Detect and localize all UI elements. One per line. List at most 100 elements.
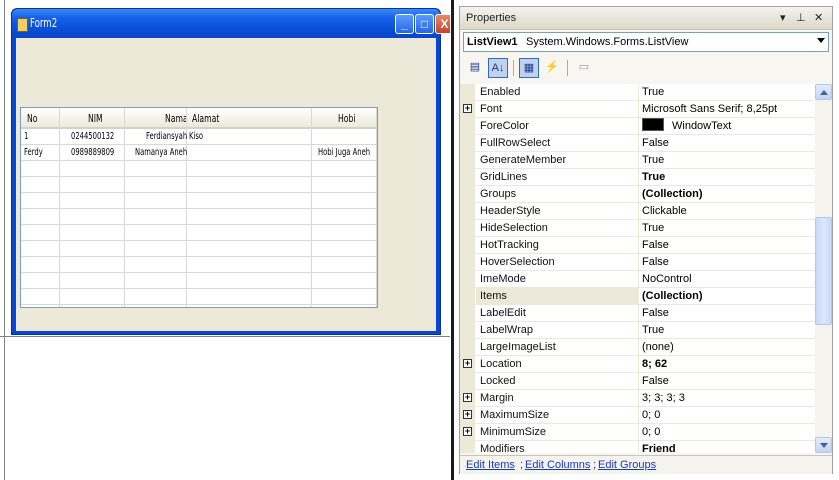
- property-row[interactable]: FullRowSelect False: [460, 135, 815, 152]
- property-row[interactable]: GenerateMember True: [460, 152, 815, 169]
- events-icon[interactable]: ⚡: [542, 58, 562, 78]
- property-value-text: True: [642, 324, 665, 336]
- column-header-alamat[interactable]: Alamat: [192, 108, 219, 129]
- property-row[interactable]: Groups (Collection): [460, 186, 815, 203]
- property-divider: [638, 356, 639, 372]
- property-row[interactable]: HotTracking False: [460, 237, 815, 254]
- object-selector[interactable]: ListView1 System.Windows.Forms.ListView: [463, 32, 829, 52]
- chevron-up-icon: [820, 90, 828, 95]
- expand-icon[interactable]: +: [463, 393, 472, 402]
- property-value-text: True: [642, 222, 665, 234]
- column-header-hobi[interactable]: Hobi: [338, 108, 356, 129]
- property-row[interactable]: Enabled True: [460, 84, 815, 101]
- property-value[interactable]: True: [642, 220, 664, 236]
- edit-items-link[interactable]: Edit Items: [466, 459, 515, 471]
- property-value[interactable]: (Collection): [642, 288, 703, 304]
- splitter-line[interactable]: [451, 0, 454, 480]
- column-header-nim[interactable]: NIM: [88, 108, 103, 129]
- property-value[interactable]: False: [642, 305, 669, 321]
- property-row[interactable]: ForeColor WindowText: [460, 118, 815, 135]
- pin-icon[interactable]: ⊥: [796, 11, 806, 24]
- scroll-up-button[interactable]: [815, 84, 832, 100]
- property-row[interactable]: + MaximumSize 0; 0: [460, 407, 815, 424]
- categorized-icon[interactable]: ▤: [465, 58, 485, 78]
- form-designer-surface: Form2 _ □ X No NIM Nama Alamat Hobi 1 02…: [0, 0, 454, 480]
- alphabetical-icon[interactable]: A↓: [488, 58, 508, 78]
- property-value[interactable]: False: [642, 254, 669, 270]
- property-row[interactable]: ImeMode NoControl: [460, 271, 815, 288]
- cell-nama: Ferdiansyah: [146, 131, 188, 142]
- property-value[interactable]: 8; 62: [642, 356, 667, 372]
- property-name: HoverSelection: [480, 256, 555, 268]
- property-value[interactable]: True: [642, 152, 664, 168]
- table-row[interactable]: 1 0244500132 Ferdiansyah Kiso: [21, 129, 377, 145]
- scroll-thumb[interactable]: [815, 217, 832, 325]
- empty-row: [21, 161, 377, 177]
- property-value[interactable]: False: [642, 135, 669, 151]
- property-row[interactable]: + Margin 3; 3; 3; 3: [460, 390, 815, 407]
- property-row[interactable]: Items (Collection): [460, 288, 815, 305]
- expand-icon[interactable]: +: [463, 427, 472, 436]
- property-value[interactable]: 0; 0: [642, 424, 660, 440]
- properties-title-bar: Properties ▾ ⊥ ✕: [460, 7, 832, 30]
- property-value[interactable]: False: [642, 237, 669, 253]
- property-row[interactable]: LargeImageList (none): [460, 339, 815, 356]
- property-value[interactable]: True: [642, 169, 665, 185]
- properties-icon[interactable]: ▦: [519, 58, 539, 78]
- expand-icon[interactable]: +: [463, 359, 472, 368]
- property-value[interactable]: 0; 0: [642, 407, 660, 423]
- property-value[interactable]: (Collection): [642, 186, 703, 202]
- toolbar-separator: [513, 60, 514, 76]
- column-header-nama[interactable]: Nama: [165, 108, 188, 129]
- listview[interactable]: No NIM Nama Alamat Hobi 1 0244500132 Fer…: [20, 107, 378, 308]
- property-value[interactable]: WindowText: [642, 118, 731, 134]
- scroll-down-button[interactable]: [815, 437, 832, 453]
- property-value-text: False: [642, 239, 669, 251]
- property-value[interactable]: True: [642, 322, 664, 338]
- property-divider: [638, 339, 639, 355]
- property-row[interactable]: + MinimumSize 0; 0: [460, 424, 815, 441]
- color-swatch: [642, 118, 664, 131]
- property-row[interactable]: HeaderStyle Clickable: [460, 203, 815, 220]
- property-value[interactable]: True: [642, 84, 664, 100]
- empty-row: [21, 241, 377, 257]
- property-grid-scrollbar[interactable]: [815, 84, 832, 453]
- dropdown-icon[interactable]: ▾: [780, 11, 786, 24]
- form-client-area: No NIM Nama Alamat Hobi 1 0244500132 Fer…: [16, 38, 436, 331]
- property-pages-icon[interactable]: ▭: [574, 58, 594, 78]
- expand-icon[interactable]: +: [463, 410, 472, 419]
- property-value-text: Microsoft Sans Serif; 8,25pt: [642, 103, 778, 115]
- edit-columns-link[interactable]: Edit Columns: [525, 459, 590, 471]
- form-title-bar[interactable]: Form2 _ □ X: [12, 9, 454, 38]
- property-value[interactable]: Microsoft Sans Serif; 8,25pt: [642, 101, 777, 117]
- property-name: Locked: [480, 375, 516, 387]
- property-value[interactable]: (none): [642, 339, 674, 355]
- chevron-down-icon[interactable]: [817, 38, 825, 43]
- property-value-text: (Collection): [642, 290, 703, 302]
- property-row[interactable]: + Font Microsoft Sans Serif; 8,25pt: [460, 101, 815, 118]
- property-value[interactable]: NoControl: [642, 271, 692, 287]
- table-row[interactable]: Ferdy 0989889809 Namanya Aneh Hobi Juga …: [21, 145, 377, 161]
- property-value[interactable]: Clickable: [642, 203, 687, 219]
- property-row[interactable]: GridLines True: [460, 169, 815, 186]
- property-value[interactable]: False: [642, 373, 669, 389]
- form-window[interactable]: Form2 _ □ X No NIM Nama Alamat Hobi 1 02…: [11, 8, 454, 335]
- property-row[interactable]: HideSelection True: [460, 220, 815, 237]
- maximize-button[interactable]: □: [415, 14, 434, 34]
- property-value[interactable]: 3; 3; 3; 3: [642, 390, 685, 406]
- property-row[interactable]: + Location 8; 62: [460, 356, 815, 373]
- property-value-text: Clickable: [642, 205, 687, 217]
- property-divider: [638, 373, 639, 389]
- column-header-no[interactable]: No: [27, 108, 37, 129]
- property-row[interactable]: HoverSelection False: [460, 254, 815, 271]
- property-value[interactable]: Friend: [642, 441, 676, 453]
- edit-groups-link[interactable]: Edit Groups: [598, 459, 656, 471]
- property-row[interactable]: LabelEdit False: [460, 305, 815, 322]
- property-row[interactable]: Locked False: [460, 373, 815, 390]
- property-row[interactable]: LabelWrap True: [460, 322, 815, 339]
- close-icon[interactable]: ✕: [814, 11, 823, 24]
- property-grid[interactable]: Enabled True + Font Microsoft Sans Serif; 8,…: [460, 84, 815, 453]
- property-row[interactable]: Modifiers Friend: [460, 441, 815, 453]
- expand-icon[interactable]: +: [463, 104, 472, 113]
- minimize-button[interactable]: _: [395, 14, 414, 34]
